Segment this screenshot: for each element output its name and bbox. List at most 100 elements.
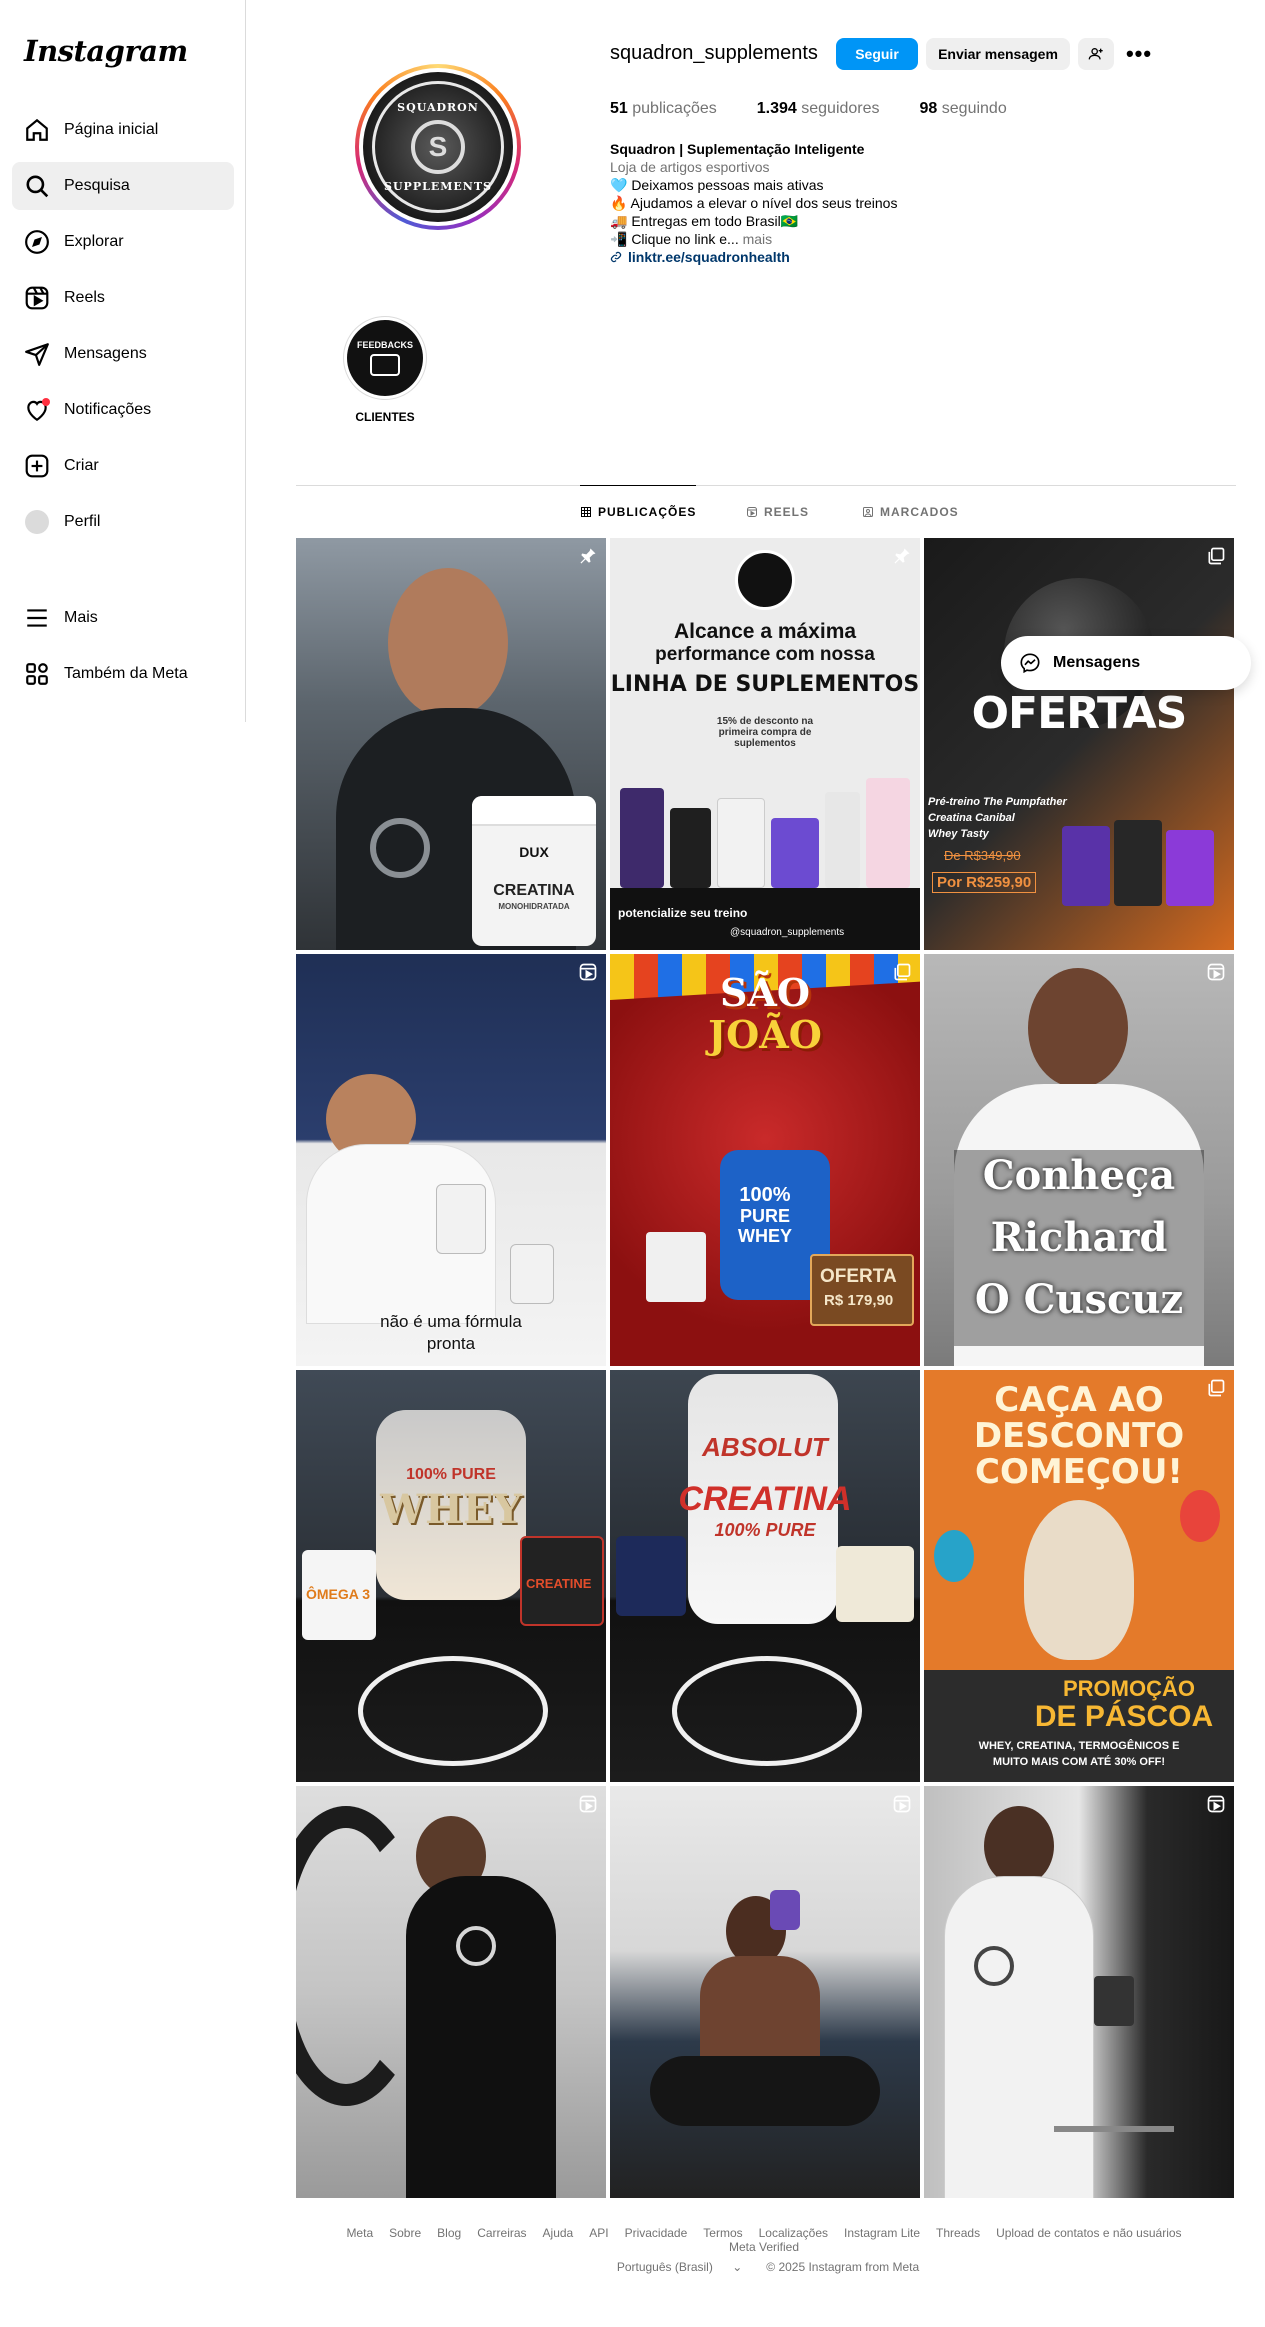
profile-bio: Squadron | Suplementação Inteligente Loj… [610,140,1030,266]
footer-link[interactable]: Localizações [759,2226,828,2240]
home-icon [24,117,50,143]
reels-icon [579,963,597,981]
sidebar-item-label: Mais [64,609,98,626]
reels-icon [747,507,757,517]
profile-username: squadron_supplements [610,42,818,64]
carousel-icon [894,963,911,981]
suggested-accounts-button[interactable] [1078,38,1114,70]
footer-link[interactable]: Upload de contatos e não usuários [996,2226,1181,2240]
sidebar-item-label: Perfil [64,513,101,530]
reels-icon [893,1795,911,1813]
sidebar-item-explore[interactable]: Explorar [12,218,234,266]
post-tile[interactable] [610,1786,920,2198]
story-highlight-clientes[interactable]: FEEDBACKS CLIENTES [340,316,430,424]
sidebar-item-search[interactable]: Pesquisa [12,162,234,210]
post-tile[interactable]: Alcance a máxima performance com nossa L… [610,538,920,950]
pin-icon [894,548,910,564]
post-tile[interactable]: Conheça Richard O Cuscuz [924,954,1234,1366]
language-select[interactable]: Português (Brasil) ⌄ [609,2260,750,2274]
add-person-icon [1088,48,1103,60]
profile-category: Loja de artigos esportivos [610,159,770,175]
footer-link[interactable]: Sobre [389,2226,421,2240]
plus-square-icon [24,453,50,479]
search-icon [24,173,50,199]
brand-logo: SQUADRON S SUPPLEMENTS [372,81,504,213]
heart-icon [24,397,50,423]
reels-icon [1207,963,1225,981]
notification-dot [42,398,50,406]
send-message-button[interactable]: Enviar mensagem [926,38,1070,70]
bio-line: 🚚 Entregas em todo Brasil🇧🇷 [610,213,799,229]
grid-icon [581,506,591,517]
reels-icon [24,285,50,311]
post-tile[interactable]: 100% PURE WHEY ÔMEGA 3 CREATINE [296,1370,606,1782]
highlight-cover: FEEDBACKS [347,320,423,396]
posts-count: 51 publicações [610,100,717,117]
tab-tagged[interactable]: MARCADOS [862,486,959,538]
sidebar-item-label: Notificações [64,401,152,418]
footer-link[interactable]: Meta Verified [729,2240,799,2254]
carousel-icon [1208,1379,1225,1397]
post-tile[interactable]: OFERTAS Pré-treino The Pumpfather Creati… [924,538,1234,950]
sidebar-item-label: Explorar [64,233,124,250]
tagged-icon [863,507,873,517]
send-icon [24,341,50,367]
bio-external-link[interactable]: linktr.ee/squadronhealth [610,248,1030,266]
sidebar-item-more[interactable]: Mais [12,594,234,642]
sidebar: Instagram Página inicial Pesquisa Explor… [0,0,246,722]
link-icon [610,251,622,263]
post-tile[interactable]: CAÇA AO DESCONTO COMEÇOU! PROMOÇÃO DE PÁ… [924,1370,1234,1782]
menu-icon [24,605,50,631]
sidebar-item-label: Reels [64,289,105,306]
sidebar-item-label: Também da Meta [64,665,188,682]
pin-icon [580,548,596,564]
bio-line: 📲 Clique no link e... mais [610,231,773,247]
sidebar-item-notifications[interactable]: Notificações [12,386,234,434]
options-button[interactable]: ••• [1124,40,1154,68]
footer-links: Meta Sobre Blog Carreiras Ajuda API Priv… [296,2226,1232,2254]
post-tile[interactable]: ABSOLUT CREATINA 100% PURE [610,1370,920,1782]
footer-link[interactable]: Carreiras [477,2226,526,2240]
post-tile[interactable]: SÃO JOÃO 100% PURE WHEY OFERTA R$ 179,90 [610,954,920,1366]
post-tile[interactable]: DUX CREATINA MONOHIDRATADA [296,538,606,950]
footer-link[interactable]: Blog [437,2226,461,2240]
footer-link[interactable]: Ajuda [543,2226,574,2240]
footer-bottom: Português (Brasil) ⌄ © 2025 Instagram fr… [296,2260,1232,2274]
footer-link[interactable]: API [589,2226,608,2240]
floating-messages-button[interactable]: Mensagens [1001,636,1251,690]
sidebar-item-profile[interactable]: Perfil [12,498,234,546]
instagram-logo[interactable]: Instagram [24,34,188,68]
tab-reels[interactable]: REELS [746,486,809,538]
bio-line: 🔥 Ajudamos a elevar o nível dos seus tre… [610,195,898,211]
footer-link[interactable]: Threads [936,2226,980,2240]
carousel-icon [1208,547,1225,565]
post-tile[interactable]: não é uma fórmula pronta [296,954,606,1366]
highlight-label: CLIENTES [355,410,415,424]
sidebar-item-also-from-meta[interactable]: Também da Meta [12,650,234,698]
following-count[interactable]: 98 seguindo [920,100,1007,118]
post-tile[interactable] [296,1786,606,2198]
handshake-icon [370,354,400,376]
bio-line: 🩵 Deixamos pessoas mais ativas [610,177,824,193]
tab-posts[interactable]: PUBLICAÇÕES [580,485,697,537]
sidebar-item-reels[interactable]: Reels [12,274,234,322]
profile-display-name: Squadron | Suplementação Inteligente [610,141,865,157]
sidebar-item-messages[interactable]: Mensagens [12,330,234,378]
reels-icon [579,1795,597,1813]
footer-link[interactable]: Meta [346,2226,373,2240]
sidebar-item-label: Página inicial [64,121,159,138]
bio-more-link[interactable]: mais [743,231,773,247]
profile-picture[interactable]: SQUADRON S SUPPLEMENTS [355,64,521,230]
followers-count[interactable]: 1.394 seguidores [757,100,880,118]
compass-icon [24,229,50,255]
footer-link[interactable]: Instagram Lite [844,2226,920,2240]
sidebar-item-create[interactable]: Criar [12,442,234,490]
sidebar-item-label: Mensagens [64,345,147,362]
sidebar-item-label: Criar [64,457,99,474]
footer-link[interactable]: Termos [703,2226,742,2240]
post-tile[interactable] [924,1786,1234,2198]
copyright: © 2025 Instagram from Meta [766,2260,920,2274]
footer-link[interactable]: Privacidade [625,2226,688,2240]
sidebar-item-home[interactable]: Página inicial [12,106,234,154]
follow-button[interactable]: Seguir [836,38,918,70]
